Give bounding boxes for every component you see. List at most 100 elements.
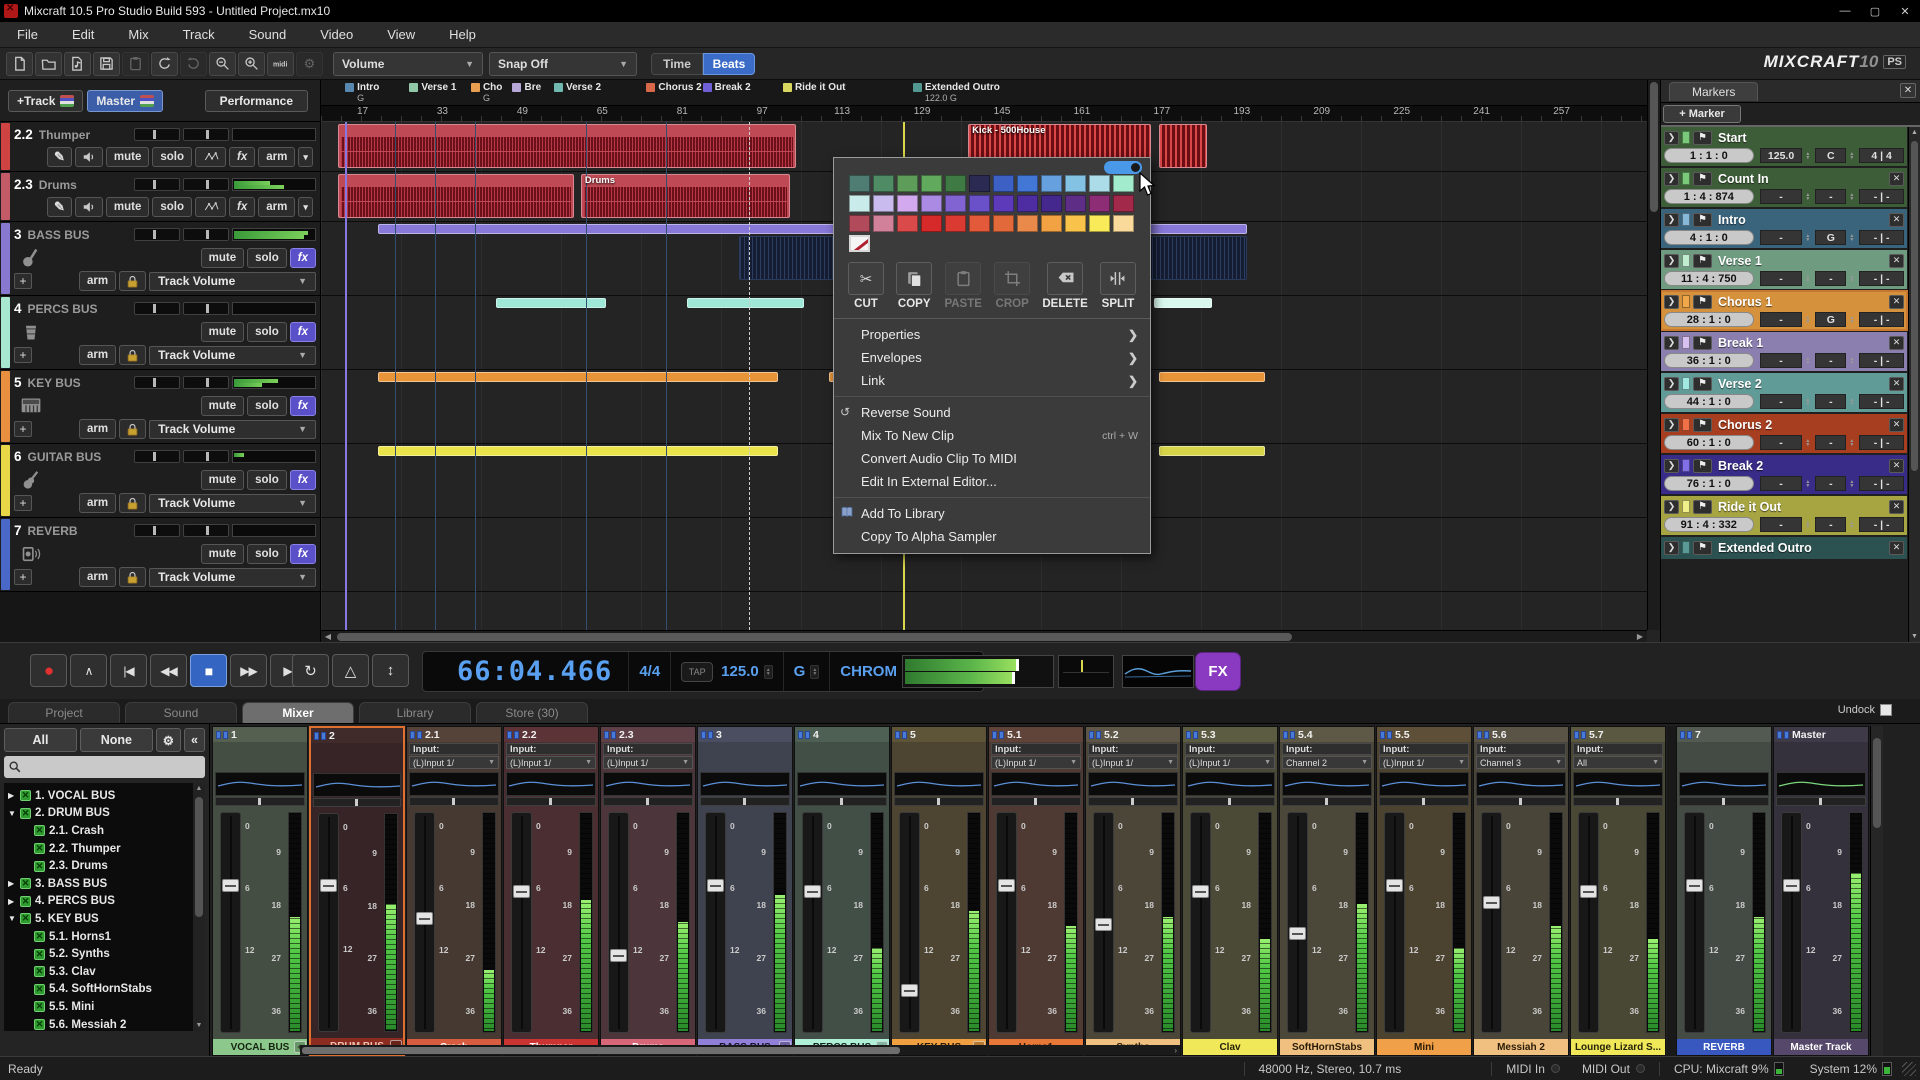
- fx-button[interactable]: fx: [229, 197, 255, 217]
- tempo-spinner[interactable]: ▲▼: [1803, 271, 1812, 286]
- color-swatch[interactable]: [849, 215, 870, 232]
- volume-fader[interactable]: [1781, 812, 1802, 1033]
- volume-fader[interactable]: [1578, 812, 1599, 1033]
- time-signature[interactable]: 4/4: [639, 663, 660, 680]
- arm-button[interactable]: arm: [258, 197, 295, 217]
- marker-key[interactable]: G: [1815, 230, 1846, 245]
- marker-name[interactable]: Chorus 2: [1718, 418, 1889, 432]
- pan-slider[interactable]: [506, 797, 596, 806]
- eq-curve-display[interactable]: [1679, 772, 1769, 796]
- audio-clip[interactable]: [378, 446, 778, 456]
- tempo-spinner[interactable]: ▲▼: [1803, 230, 1812, 245]
- tree-item-5-2-synths[interactable]: ✕5.2. Synths: [8, 945, 191, 963]
- chevron-down-icon[interactable]: ▾: [298, 147, 313, 167]
- track-slider[interactable]: [183, 450, 229, 463]
- menu-track[interactable]: Track: [166, 22, 232, 47]
- marker-time[interactable]: 4 : 1 : 0: [1664, 230, 1754, 245]
- menu-item-properties[interactable]: Properties❯: [834, 323, 1150, 346]
- maximize-button[interactable]: ▢: [1860, 1, 1890, 21]
- mute-button[interactable]: mute: [106, 147, 149, 167]
- lock-button[interactable]: [119, 419, 146, 439]
- pan-slider[interactable]: [603, 797, 693, 806]
- timeline-marker-bre[interactable]: Bre: [512, 82, 541, 93]
- track-visible-checkbox[interactable]: ✕: [34, 949, 45, 960]
- eq-curve-display[interactable]: [506, 772, 596, 796]
- fx-button[interactable]: fx: [290, 544, 316, 564]
- eq-curve-display[interactable]: [1573, 772, 1663, 796]
- channel-strip-2.1[interactable]: 2.1Input:(L)Input 1/▼06129182736Crash: [406, 726, 502, 1056]
- select-none-button[interactable]: None: [80, 728, 153, 752]
- marker-name[interactable]: Break 1: [1718, 336, 1889, 350]
- marker-tempo[interactable]: -: [1760, 353, 1803, 368]
- volume-fader[interactable]: [1287, 812, 1308, 1033]
- tree-item-5-5-mini[interactable]: ✕5.5. Mini: [8, 998, 191, 1016]
- input-select[interactable]: (L)Input 1/▼: [506, 756, 596, 769]
- key-spinner[interactable]: ▲▼: [1847, 435, 1856, 450]
- color-swatch[interactable]: [969, 215, 990, 232]
- track-name[interactable]: Thumper: [39, 128, 131, 142]
- marker-name[interactable]: Chorus 1: [1718, 295, 1889, 309]
- markers-scrollbar[interactable]: ▲ ▼: [1908, 127, 1920, 642]
- tempo-spinner[interactable]: ▲▼: [1803, 148, 1812, 163]
- add-track-button[interactable]: +Track: [8, 90, 83, 112]
- color-swatch[interactable]: [897, 215, 918, 232]
- collapse-panel-button[interactable]: «: [184, 728, 205, 752]
- strip-name[interactable]: Master Track: [1774, 1039, 1868, 1055]
- fader-handle[interactable]: [222, 879, 239, 892]
- tempo-spinner[interactable]: ▲▼: [1803, 353, 1812, 368]
- scroll-left-icon[interactable]: ◀: [321, 632, 335, 641]
- automation-button[interactable]: ↕: [372, 654, 409, 687]
- fader-handle[interactable]: [320, 879, 337, 892]
- new-project-button[interactable]: [6, 52, 33, 76]
- marker-key[interactable]: -: [1815, 189, 1846, 204]
- track-slider[interactable]: [134, 178, 180, 191]
- timeline-marker-ride-it-out[interactable]: Ride it Out: [783, 82, 846, 93]
- pan-slider[interactable]: [797, 797, 887, 806]
- marker-time[interactable]: 91 : 4 : 332: [1664, 517, 1754, 532]
- strip-name[interactable]: Mini: [1377, 1039, 1471, 1055]
- delete-action[interactable]: DELETE: [1042, 262, 1087, 310]
- eq-curve-display[interactable]: [1476, 772, 1566, 796]
- marker-expand-button[interactable]: ❯: [1664, 172, 1679, 186]
- menu-video[interactable]: Video: [303, 22, 370, 47]
- marker-row-ride-it-out[interactable]: ❯⚑Ride it Out✕91 : 4 : 332-▲▼-▲▼- | -: [1661, 496, 1907, 535]
- channel-strip-5[interactable]: 506129182736KEY BUS-: [891, 726, 987, 1056]
- rewind-button[interactable]: ◀◀: [150, 654, 187, 687]
- lock-button[interactable]: [119, 271, 146, 291]
- track-visible-checkbox[interactable]: ✕: [20, 878, 31, 889]
- color-swatch[interactable]: [897, 195, 918, 212]
- marker-flag-icon[interactable]: ⚑: [1693, 254, 1712, 268]
- input-select[interactable]: (L)Input 1/▼: [1185, 756, 1275, 769]
- color-swatch[interactable]: [1089, 175, 1110, 192]
- marker-name[interactable]: Ride it Out: [1718, 500, 1889, 514]
- marker-color-chip[interactable]: [1682, 459, 1690, 472]
- expand-icon[interactable]: ▶: [8, 791, 20, 800]
- marker-expand-button[interactable]: ❯: [1664, 213, 1679, 227]
- track-color-strip[interactable]: [1, 297, 10, 368]
- color-swatch[interactable]: [1017, 195, 1038, 212]
- close-button[interactable]: ✕: [1890, 1, 1920, 21]
- color-swatch[interactable]: [993, 175, 1014, 192]
- eq-curve-display[interactable]: [797, 772, 887, 796]
- marker-delete-button[interactable]: ✕: [1889, 336, 1904, 350]
- color-swatch[interactable]: [945, 195, 966, 212]
- marker-key[interactable]: -: [1815, 394, 1846, 409]
- track-color-strip[interactable]: [1, 519, 10, 590]
- volume-fader[interactable]: [318, 813, 339, 1032]
- channel-strip-4[interactable]: 406129182736PERCS BUS+: [794, 726, 890, 1056]
- fader-handle[interactable]: [901, 984, 918, 997]
- mute-button[interactable]: mute: [201, 544, 244, 564]
- channel-strip-5.4[interactable]: 5.4Input:Channel 2▼06129182736SoftHornSt…: [1279, 726, 1375, 1056]
- scroll-right-icon[interactable]: ▶: [1633, 632, 1647, 641]
- automation-param-select[interactable]: Track Volume▼: [149, 346, 316, 365]
- marker-row-chorus-1[interactable]: ❯⚑Chorus 1✕28 : 1 : 0-▲▼G▲▼- | -: [1661, 291, 1907, 330]
- eq-curve-display[interactable]: [700, 772, 790, 796]
- mute-button[interactable]: mute: [201, 248, 244, 268]
- tab-mixer[interactable]: Mixer: [242, 702, 354, 723]
- scale-mode-value[interactable]: CHROM: [840, 663, 897, 680]
- marker-flag-icon[interactable]: ⚑: [1693, 500, 1712, 514]
- color-swatch[interactable]: [969, 195, 990, 212]
- expand-track-button[interactable]: +: [14, 421, 32, 437]
- marker-expand-button[interactable]: ❯: [1664, 541, 1679, 555]
- fader-handle[interactable]: [513, 885, 530, 898]
